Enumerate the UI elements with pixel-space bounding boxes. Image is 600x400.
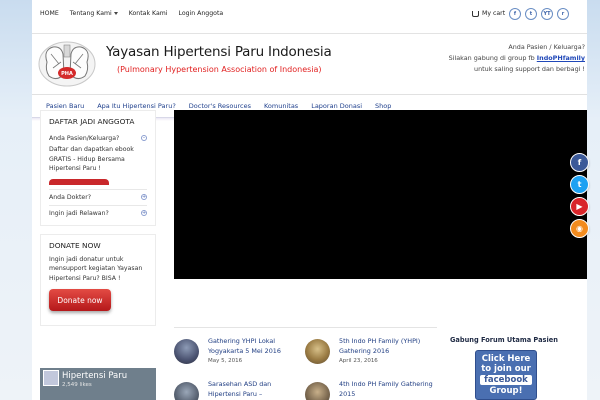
collapse-icon[interactable]: – [141,135,147,141]
join-facebook-group-banner[interactable]: Click Here to join our facebook Group! [475,350,537,400]
post-thumbnail[interactable] [305,339,330,364]
nav-item-komunitas[interactable]: Komunitas [264,102,298,110]
donate-widget: DONATE NOW Ingin jadi donatur untuk mens… [40,233,156,326]
join-widget-title: DAFTAR JADI ANGGOTA [49,117,135,126]
top-nav-tentang-kami[interactable]: Tentang Kami [70,10,118,17]
nav-item-shop[interactable]: Shop [375,102,391,110]
facebook-icon[interactable]: f [509,8,521,20]
accordion-pasien-keluarga-label: Anda Pasien/Keluarga? [49,135,120,142]
post-thumbnail[interactable] [305,382,330,400]
cart-icon [472,10,479,17]
rss-icon[interactable]: r [557,8,569,20]
banner-line: Group! [489,386,523,396]
chevron-down-icon [113,11,118,15]
post-title[interactable]: Sarasehan ASD dan Hipertensi Paru – [208,379,304,399]
rss-icon[interactable]: ◉ [570,219,589,238]
logo-text: PHA [61,71,73,77]
header-note-line1: Anda Pasien / Keluarga? [508,43,585,51]
post-date: April 23, 2016 [339,358,378,364]
header-note-line2-prefix: Silakan gabung di group fb [448,54,537,62]
nav-item-apa-itu-hipertensi-paru[interactable]: Apa Itu Hipertensi Paru? [97,102,176,110]
facebook-page-widget[interactable]: Hipertensi Paru 2,549 likes [40,368,156,400]
twitter-icon[interactable]: t [570,175,589,194]
header-note: Anda Pasien / Keluarga? Silakan gabung d… [449,42,585,75]
youtube-icon[interactable]: ▶ [570,197,589,216]
post-item[interactable]: 4th Indo PH Family Gathering 2015 [305,379,435,400]
post-item[interactable]: Sarasehan ASD dan Hipertensi Paru – [174,379,304,400]
post-title[interactable]: Gathering YHPI Lokal Yogyakarta 5 Mei 20… [208,336,304,356]
accordion-relawan-label: Ingin jadi Relawan? [49,209,109,217]
sidebar: DAFTAR JADI ANGGOTA Anda Pasien/Keluarga… [40,110,156,330]
post-title[interactable]: 5th Indo PH Family (YHPI) Gathering 2016 [339,336,435,356]
top-nav: HOME Tentang Kami Kontak Kami Login Angg… [40,10,223,17]
banner-line: to join our [481,364,531,374]
facebook-page-thumbnail [43,370,59,386]
accordion-dokter[interactable]: Anda Dokter? + [49,190,147,206]
donate-now-button[interactable]: Donate now [49,289,111,311]
youtube-icon[interactable]: YT [541,8,553,20]
nav-item-pasien-baru[interactable]: Pasien Baru [46,102,84,110]
video-player[interactable] [174,110,587,279]
post-item[interactable]: 5th Indo PH Family (YHPI) Gathering 2016… [305,336,435,370]
site-header: PHA Yayasan Hipertensi Paru Indonesia (P… [32,34,587,94]
register-button[interactable] [49,178,109,185]
top-nav-kontak-kami[interactable]: Kontak Kami [129,10,168,17]
cart-link[interactable]: My cart [472,10,505,17]
banner-line: facebook [480,375,532,385]
site-logo[interactable]: PHA [37,40,97,88]
join-widget: DAFTAR JADI ANGGOTA Anda Pasien/Keluarga… [40,110,156,226]
accordion-pasien-keluarga[interactable]: Anda Pasien/Keluarga? – Daftar dan dapat… [49,131,147,190]
nav-item-laporan-donasi[interactable]: Laporan Donasi [311,102,362,110]
top-bar: HOME Tentang Kami Kontak Kami Login Angg… [32,0,587,34]
accordion-dokter-label: Anda Dokter? [49,193,92,201]
top-nav-tentang-kami-label: Tentang Kami [69,10,112,17]
accordion-pasien-keluarga-body: Daftar dan dapatkan ebook GRATIS - Hidup… [49,146,134,172]
header-note-line3: untuk saling support dan berbagi ! [474,65,585,73]
donate-text: Ingin jadi donatur untuk mensupport kegi… [49,255,143,282]
page: HOME Tentang Kami Kontak Kami Login Angg… [32,0,587,400]
banner-line: Click Here [481,354,531,364]
top-nav-login-anggota[interactable]: Login Anggota [178,10,223,17]
post-item[interactable]: Gathering YHPI Lokal Yogyakarta 5 Mei 20… [174,336,304,370]
forum-widget-title: Gabung Forum Utama Pasien [450,336,558,344]
floating-social-bar: f t ▶ ◉ [570,153,589,238]
facebook-icon[interactable]: f [570,153,589,172]
site-title[interactable]: Yayasan Hipertensi Paru Indonesia [106,44,332,60]
accordion-relawan[interactable]: Ingin jadi Relawan? + [49,206,147,221]
donate-widget-title: DONATE NOW [49,240,101,250]
facebook-page-likes: 2,549 likes [62,382,92,388]
nav-item-doctors-resources[interactable]: Doctor's Resources [189,102,251,110]
top-nav-home[interactable]: HOME [40,10,59,17]
post-thumbnail[interactable] [174,339,199,364]
site-subtitle: (Pulmonary Hypertension Association of I… [117,65,322,74]
indophfamily-link[interactable]: IndoPHfamily [537,54,585,62]
twitter-icon[interactable]: t [525,8,537,20]
expand-icon[interactable]: + [141,193,147,200]
divider [174,327,437,328]
expand-icon[interactable]: + [141,209,147,216]
post-date: May 5, 2016 [208,358,243,364]
facebook-page-title[interactable]: Hipertensi Paru [62,371,127,381]
post-title[interactable]: 4th Indo PH Family Gathering 2015 [339,379,435,399]
header-note-line2: Silakan gabung di group fb IndoPHfamily [449,53,585,64]
post-thumbnail[interactable] [174,382,199,400]
top-social-links: f t YT r [509,8,569,20]
cart-label: My cart [482,10,506,17]
